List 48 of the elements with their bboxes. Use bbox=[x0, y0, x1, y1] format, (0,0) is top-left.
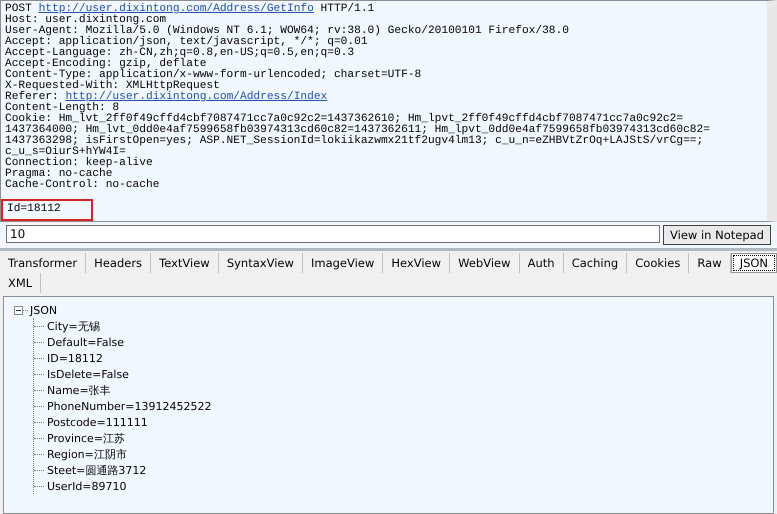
header-text: HTTP/1.1 bbox=[320, 3, 374, 15]
header-line: Pragma: no-cache bbox=[5, 169, 112, 180]
tree-node[interactable]: Name=张丰 bbox=[47, 382, 111, 398]
tab[interactable]: Auth bbox=[520, 253, 564, 273]
request-body: Id=18112 bbox=[1, 199, 93, 221]
tree-node[interactable]: IsDelete=False bbox=[47, 368, 129, 380]
tab[interactable]: TextView bbox=[151, 253, 219, 273]
tab[interactable]: ImageView bbox=[302, 253, 384, 273]
header-text: Referer: bbox=[5, 91, 59, 103]
url-link[interactable]: http://user.dixintong.com/Address/Index bbox=[65, 91, 328, 103]
tab[interactable]: HexView bbox=[383, 253, 450, 273]
tree-node[interactable]: Province=江苏 bbox=[47, 430, 126, 446]
view-in-notepad-button[interactable]: View in Notepad bbox=[663, 225, 771, 245]
find-field[interactable]: 10 bbox=[6, 225, 660, 243]
header-line: 1437364000; Hm_lvt_0dd0e4af7599658fb03974313cd60c82=1437362611; Hm_lpvt_0dd0e4af7599658fb03974313cd60c82= bbox=[5, 125, 711, 136]
tab[interactable]: Transformer bbox=[0, 253, 86, 273]
header-line: Content-Length: 8 bbox=[5, 103, 120, 114]
tab[interactable]: SyntaxView bbox=[218, 253, 303, 273]
header-line: User-Agent: Mozilla/5.0 (Windows NT 6.1; WOW64; rv:38.0) Gecko/20100101 Firefox/38.0 bbox=[5, 26, 570, 37]
header-text: POST bbox=[5, 3, 32, 15]
tab[interactable]: Cookies bbox=[627, 253, 690, 273]
header-line: Cache-Control: no-cache bbox=[5, 180, 160, 191]
collapse-icon[interactable] bbox=[14, 306, 23, 314]
tree-node[interactable]: ID=18112 bbox=[47, 352, 103, 364]
header-line: 1437363298; isFirstOpen=yes; ASP.NET_SessionId=lokiikazwmx21tf2ugv4lm13; c_u_n=eZHBVtZrOq+LAJStS/vrCg==; bbox=[5, 136, 704, 147]
header-line: Cookie: Hm_lvt_2ff0f49cffd4cbf7087471cc7a0c92c2=1437362610; Hm_lpvt_2ff0f49cffd4cbf7087471cc7a0c92c2= bbox=[5, 114, 684, 125]
header-line: Connection: keep-alive bbox=[5, 158, 154, 169]
tab[interactable]: XML bbox=[0, 273, 42, 293]
tab[interactable]: Headers bbox=[86, 253, 152, 273]
url-link[interactable]: http://user.dixintong.com/Address/GetInfo bbox=[38, 3, 314, 15]
tab[interactable]: Caching bbox=[564, 253, 628, 273]
header-line: Accept: application/json, text/javascript, */*; q=0.01 bbox=[5, 37, 369, 48]
tree-node[interactable]: Postcode=111111 bbox=[47, 416, 148, 428]
header-line: X-Requested-With: XMLHttpRequest bbox=[5, 81, 220, 92]
tree-node[interactable]: JSON bbox=[30, 304, 58, 316]
tree-node[interactable]: UserId=89710 bbox=[47, 480, 127, 492]
header-line: c_u_s=OiurS+hYW4I= bbox=[5, 147, 126, 158]
tab[interactable]: WebView bbox=[450, 253, 520, 273]
tree-node[interactable]: City=无锡 bbox=[47, 318, 100, 334]
tree-node[interactable]: Region=江阴市 bbox=[47, 446, 127, 462]
header-line: Host: user.dixintong.com bbox=[5, 15, 168, 26]
header-line: Accept-Language: zh-CN,zh;q=0.8,en-US;q=0.5,en;q=0.3 bbox=[5, 48, 356, 59]
header-line: Content-Type: application/x-www-form-urlencoded; charset=UTF-8 bbox=[5, 70, 422, 81]
tree-node[interactable]: Steet=圆通路3712 bbox=[47, 462, 146, 478]
tree-node[interactable]: Default=False bbox=[47, 336, 124, 348]
tree-node[interactable]: PhoneNumber=13912452522 bbox=[47, 400, 212, 412]
header-line: Accept-Encoding: gzip, deflate bbox=[5, 59, 206, 70]
tab[interactable]: JSON bbox=[730, 253, 777, 273]
